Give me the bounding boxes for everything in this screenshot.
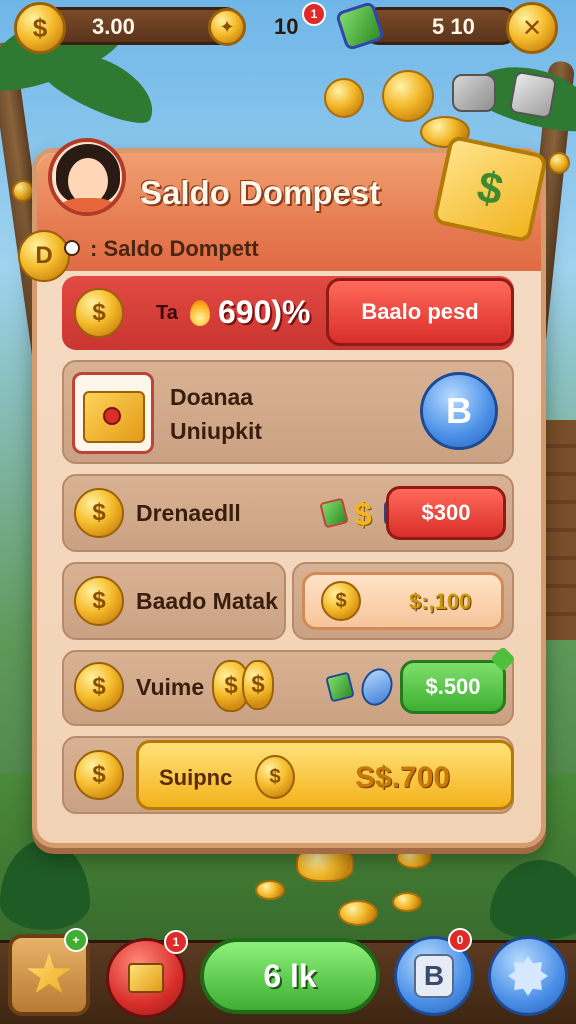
coin-pile-icon: $ [242,660,274,710]
floating-coin-icon [396,845,432,869]
balance-prefix: Ta [156,302,178,324]
player-avatar[interactable] [48,138,126,216]
gray-gem-icon [508,70,558,120]
reward-row-2-buy-button[interactable]: $300 [386,486,506,540]
gear-icon [508,956,548,996]
floating-coin-icon [12,180,34,202]
reward-row-1-b-button[interactable]: B [420,372,498,450]
energy-badge: 1 [302,2,326,26]
b-menu-badge: 0 [448,928,472,952]
floating-coin-icon [548,152,570,174]
gem-balance-value: 5 10 [432,14,475,39]
reward-row-5-buy-button[interactable]: Suipnc $ S$.700 [136,740,514,810]
reward-row-2-coin-icon: $ [74,488,124,538]
add-coins-button[interactable]: ✦ [208,8,246,46]
floating-coin-icon [324,78,364,118]
subtitle-coin-icon: D [18,230,70,282]
coin-stack-icon [296,846,354,882]
subtitle-dot-icon [64,240,80,256]
reward-row-3-coin-icon: $ [74,576,124,626]
reward-row-5-label: Suipnc [159,765,233,790]
star-icon [26,953,72,994]
gift-box-icon [128,963,164,993]
treasure-box-lock [103,407,121,425]
collect-main-button[interactable]: 6 lk [200,938,380,1014]
shop-badge: 1 [164,930,188,954]
reward-row-5-price: S$.700 [355,761,451,794]
reward-row-1-label-top: Doanaa [170,384,254,410]
reward-row-3-price: $:,100 [409,589,472,614]
reward-row-4-label: Vuime [136,674,205,700]
floating-coin-icon [392,892,422,912]
reward-row-3-buy-button[interactable]: $ $:,100 [302,572,504,630]
balance-value: 690)% [218,294,311,330]
top-bar: $ 3.00 ✦ 10 1 5 10 ✕ [0,0,576,60]
balance-action-button[interactable]: Baalo pesd [326,278,514,346]
cash-card-symbol: $ [473,161,508,216]
panel-title: Saldo Dompest [140,174,381,211]
floating-coin-icon [255,880,285,900]
reward-row-1-label-bottom: Uniupkit [170,418,262,444]
balance-coin-icon: $ [74,288,124,338]
reward-row-2-label: Drenaedll [136,500,241,526]
reward-row-4-buy-button[interactable]: $.500 [400,660,506,714]
gray-gem-icon [452,74,496,112]
reward-row-3-button-coin-icon: $ [321,581,361,621]
treasure-box-icon [72,372,154,454]
coin-icon: $ [14,2,66,54]
reward-row-5-coin-icon: $ [74,750,124,800]
flame-icon [190,300,210,326]
dollar-sign-icon: $ [354,496,372,532]
home-badge: + [64,928,88,952]
settings-gear-button[interactable] [488,936,568,1016]
floating-coin-icon [382,70,434,122]
reward-row-5-button-coin-icon: $ [255,755,295,799]
reward-row-4-coin-icon: $ [74,662,124,712]
floating-coin-icon [338,900,378,926]
reward-row-3-label: Baado Matak [136,588,278,614]
energy-value: 10 [274,14,299,39]
close-button[interactable]: ✕ [506,2,558,54]
coin-balance-value: 3.00 [92,14,135,39]
b-letter-tile: B [414,954,454,998]
panel-subtitle: : Saldo Dompett [90,236,259,261]
